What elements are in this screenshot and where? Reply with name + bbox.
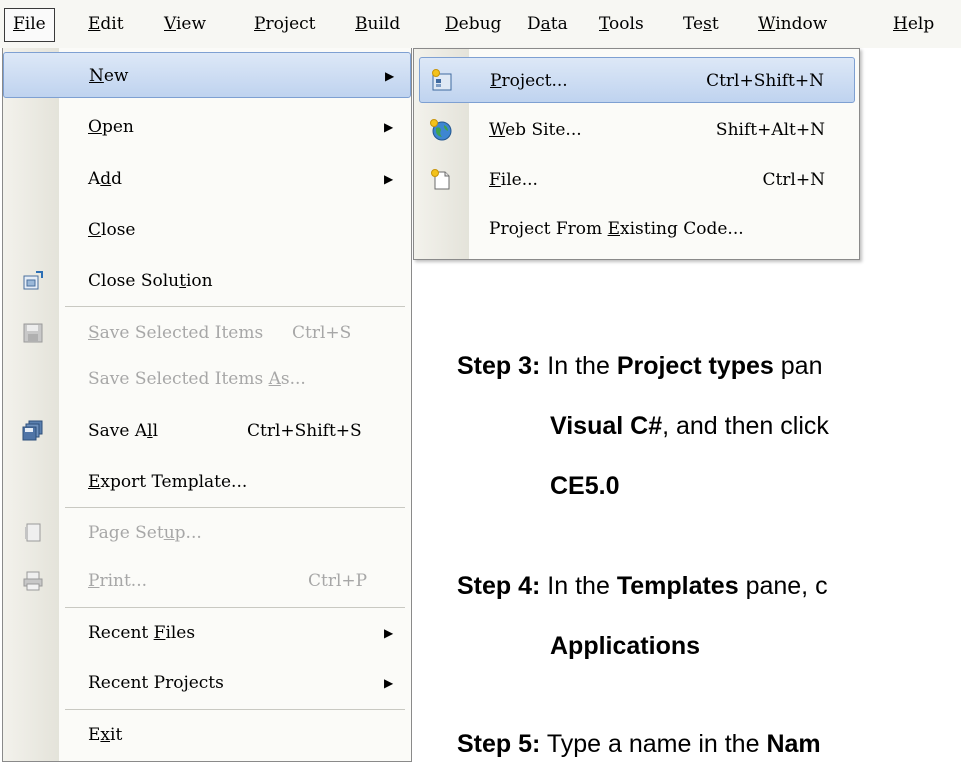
- project-icon: [432, 69, 452, 91]
- new-submenu-project-from-existing-code[interactable]: Project From Existing Code...: [419, 206, 855, 252]
- menu-window[interactable]: Window: [750, 8, 835, 40]
- step3-line1: Step 3: In the Project types pan: [457, 352, 823, 380]
- menu-view[interactable]: View: [156, 8, 214, 40]
- submenu-arrow-icon: ▶: [384, 626, 394, 640]
- print-icon: [23, 571, 43, 591]
- shortcut-label: Ctrl+N: [762, 170, 825, 190]
- file-menu-dropdown: New ▶ Open ▶ Add ▶ Close Close Solution …: [2, 48, 412, 762]
- menu-tools[interactable]: Tools: [591, 8, 652, 40]
- shortcut-label: Ctrl+P: [308, 571, 368, 591]
- new-submenu-web-site[interactable]: Web Site... Shift+Alt+N: [419, 107, 855, 153]
- file-menu-recent-files[interactable]: Recent Files ▶: [3, 610, 411, 656]
- file-menu-add[interactable]: Add ▶: [3, 156, 411, 202]
- file-menu-page-setup[interactable]: Page Setup...: [3, 510, 411, 556]
- file-menu-close[interactable]: Close: [3, 207, 411, 253]
- file-menu-open[interactable]: Open ▶: [3, 104, 411, 150]
- shortcut-label: Ctrl+Shift+S: [247, 421, 362, 441]
- submenu-arrow-icon: ▶: [385, 69, 395, 83]
- step5-line1: Step 5: Type a name in the Nam: [457, 730, 821, 758]
- file-menu-export-template[interactable]: Export Template...: [3, 459, 411, 505]
- menu-file[interactable]: File: [4, 8, 55, 42]
- new-file-icon: [431, 169, 450, 190]
- file-menu-save-selected-items-as[interactable]: Save Selected Items As...: [3, 356, 411, 402]
- close-solution-icon: [23, 271, 43, 290]
- shortcut-label: Ctrl+Shift+N: [706, 71, 824, 91]
- step3-line3: CE5.0: [550, 472, 620, 500]
- file-menu-save-selected-items[interactable]: Save Selected Items Ctrl+S: [3, 310, 411, 356]
- menu-separator: [65, 709, 405, 710]
- file-menu-print[interactable]: Print... Ctrl+P: [3, 558, 411, 604]
- menu-bar: File Edit View Project Build Debug Data …: [0, 0, 961, 48]
- menu-edit[interactable]: Edit: [80, 8, 132, 40]
- new-submenu-file[interactable]: File... Ctrl+N: [419, 157, 855, 203]
- menu-help[interactable]: Help: [885, 8, 942, 40]
- menu-separator: [65, 507, 405, 508]
- step4-line2: Applications: [550, 632, 701, 660]
- page-setup-icon: [25, 523, 41, 542]
- menu-debug[interactable]: Debug: [437, 8, 509, 40]
- file-menu-new[interactable]: New ▶: [3, 52, 411, 98]
- menu-file-label-rest: ile: [24, 14, 46, 34]
- menu-separator: [65, 607, 405, 608]
- shortcut-label: Shift+Alt+N: [715, 120, 825, 140]
- submenu-arrow-icon: ▶: [384, 676, 394, 690]
- save-icon: [23, 323, 43, 343]
- globe-icon: [430, 119, 452, 141]
- shortcut-label: Ctrl+S: [292, 323, 352, 343]
- file-menu-recent-projects[interactable]: Recent Projects ▶: [3, 660, 411, 706]
- submenu-arrow-icon: ▶: [384, 120, 394, 134]
- file-menu-save-all[interactable]: Save All Ctrl+Shift+S: [3, 408, 411, 454]
- menu-file-accel: F: [13, 14, 25, 34]
- new-submenu-project[interactable]: Project... Ctrl+Shift+N: [419, 57, 855, 103]
- save-all-icon: [22, 420, 43, 441]
- step3-line2: Visual C#, and then click: [550, 412, 829, 440]
- step4-line1: Step 4: In the Templates pane, c: [457, 572, 828, 600]
- menu-data[interactable]: Data: [519, 8, 576, 40]
- submenu-arrow-icon: ▶: [384, 172, 394, 186]
- new-submenu: Project... Ctrl+Shift+N Web Site... Shif…: [413, 48, 860, 260]
- file-menu-close-solution[interactable]: Close Solution: [3, 258, 411, 304]
- menu-build[interactable]: Build: [347, 8, 408, 40]
- file-menu-exit[interactable]: Exit: [3, 712, 411, 758]
- menu-separator: [65, 306, 405, 307]
- menu-project[interactable]: Project: [246, 8, 324, 40]
- menu-test[interactable]: Test: [675, 8, 727, 40]
